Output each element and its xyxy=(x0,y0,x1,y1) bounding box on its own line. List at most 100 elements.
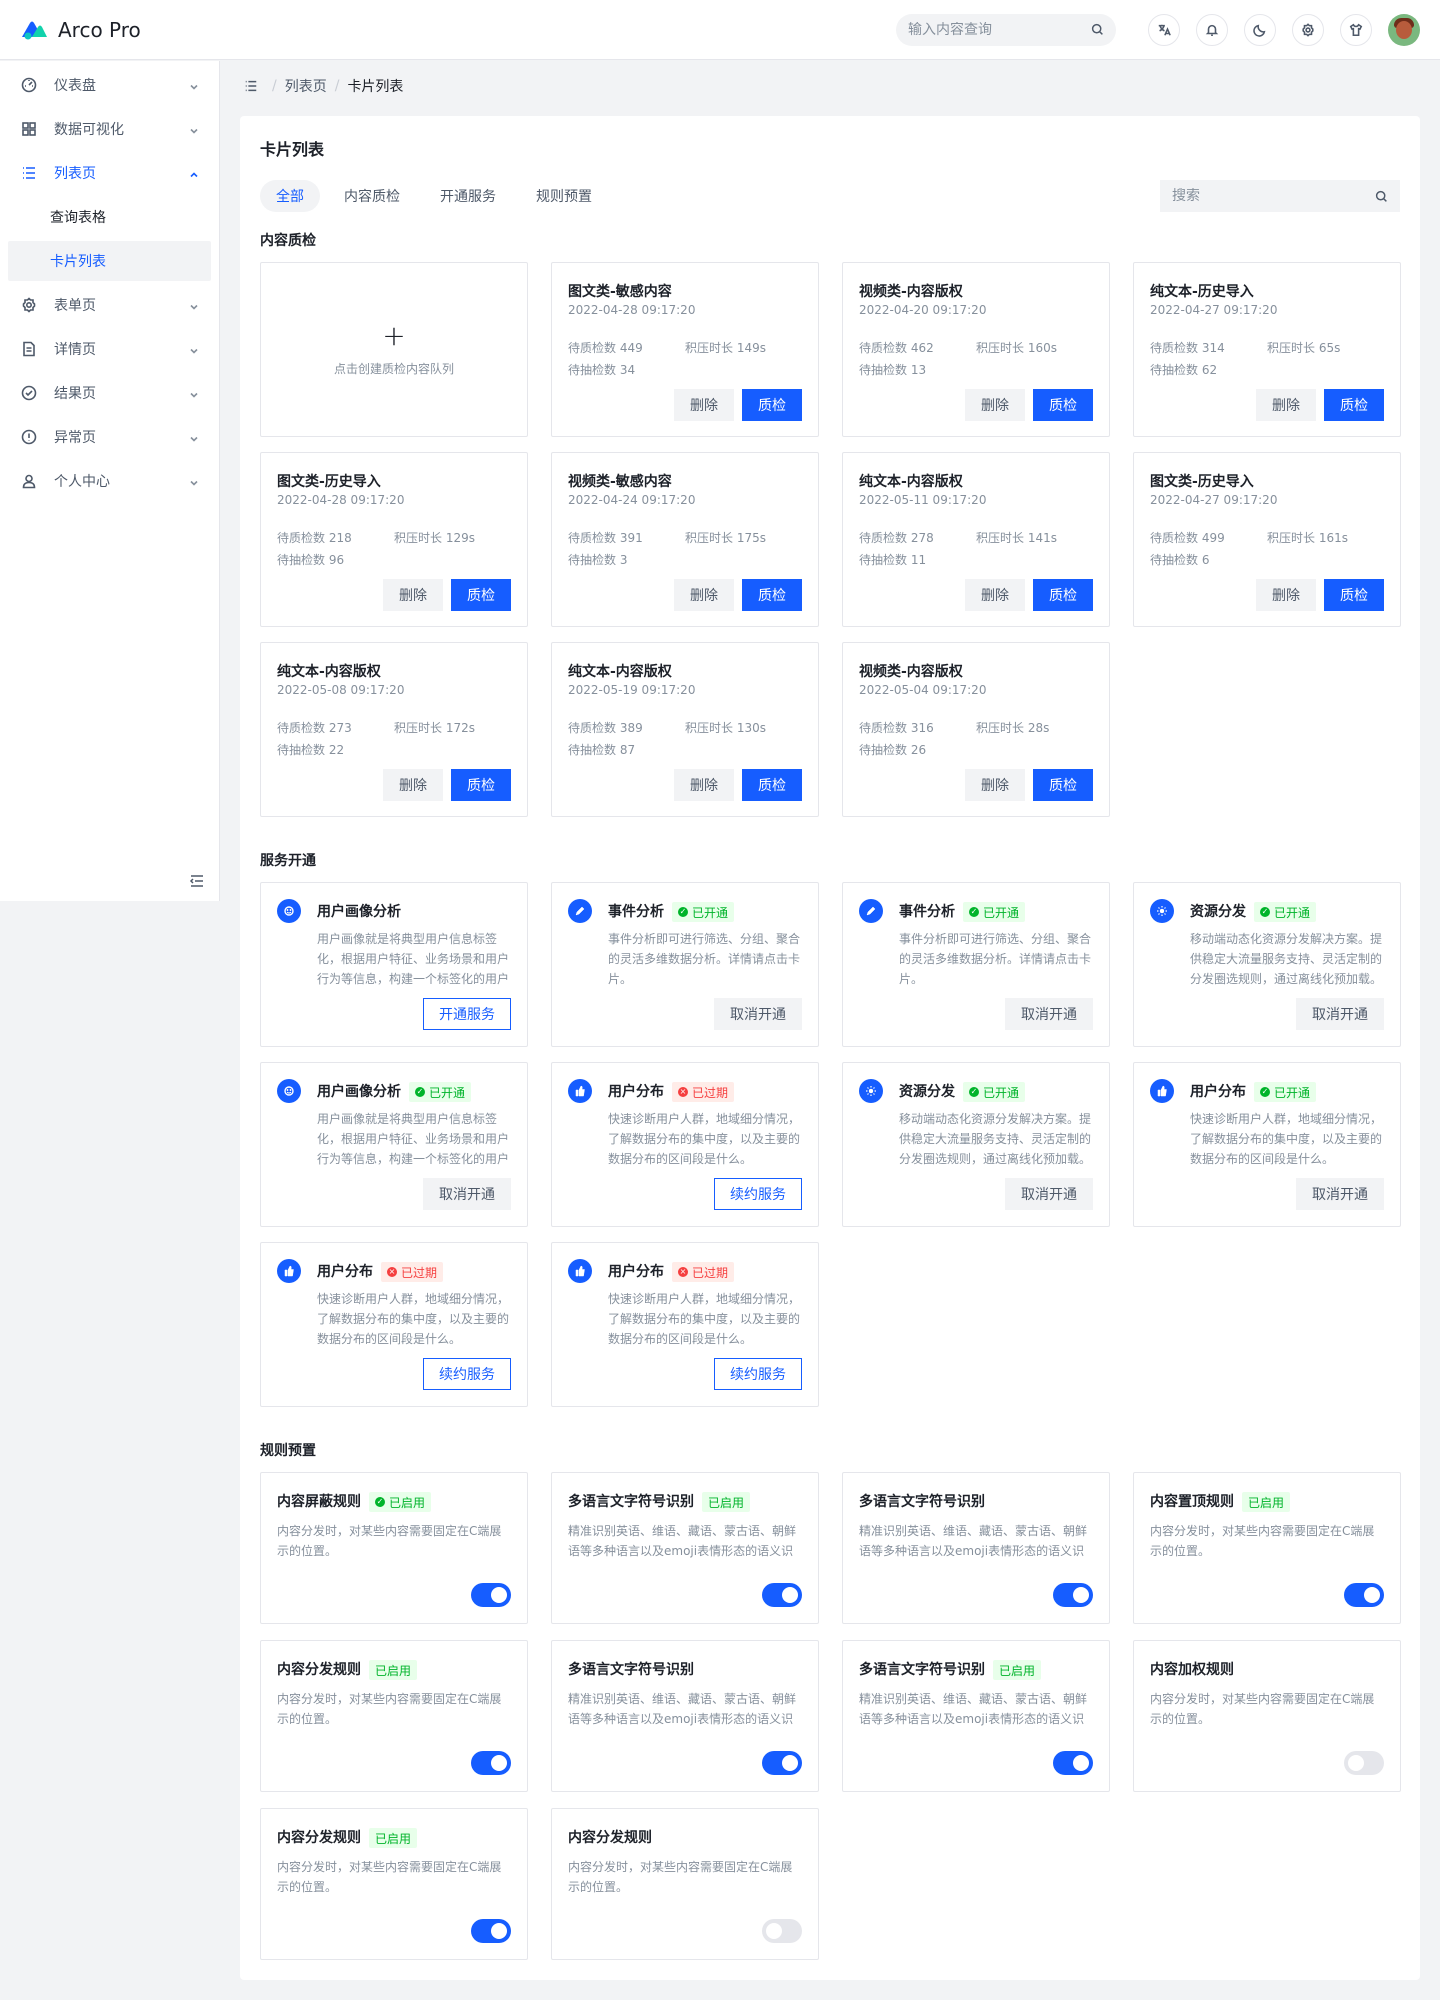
quality-card[interactable]: 图文类-历史导入 2022-04-28 09:17:20 待质检数 218 积压… xyxy=(260,452,528,627)
rule-card[interactable]: 多语言文字符号识别 已启用 精准识别英语、维语、藏语、蒙古语、朝鲜语等多种语言以及… xyxy=(842,1640,1110,1792)
delete-button[interactable]: 删除 xyxy=(1256,389,1316,421)
sidebar-item-profile-page[interactable]: 详情页 xyxy=(8,329,211,369)
rule-card[interactable]: 内容分发规则 内容分发时，对某些内容需要固定在C端展示的位置。 xyxy=(551,1808,819,1960)
avatar[interactable] xyxy=(1388,13,1420,46)
rule-card[interactable]: 多语言文字符号识别 精准识别英语、维语、藏语、蒙古语、朝鲜语等多种语言以及emo… xyxy=(842,1472,1110,1624)
delete-button[interactable]: 删除 xyxy=(674,579,734,611)
service-action-button[interactable]: 续约服务 xyxy=(714,1178,802,1210)
card-search-input[interactable] xyxy=(1172,188,1375,204)
service-action-button[interactable]: 取消开通 xyxy=(423,1178,511,1210)
rule-toggle-switch[interactable] xyxy=(762,1919,802,1943)
service-action-button[interactable]: 取消开通 xyxy=(1005,998,1093,1030)
theme-toggle-button[interactable] xyxy=(1244,13,1276,46)
settings-button[interactable] xyxy=(1292,13,1324,46)
quality-card[interactable]: 纯文本-内容版权 2022-05-08 09:17:20 待质检数 273 积压… xyxy=(260,642,528,817)
inspect-button[interactable]: 质检 xyxy=(1033,579,1093,611)
inspect-button[interactable]: 质检 xyxy=(1324,579,1384,611)
service-card[interactable]: 事件分析 ✓ 已开通 事件分析即可进行筛选、分组、聚合的灵活多维数据分析。详情请点击… xyxy=(551,882,819,1047)
delete-button[interactable]: 删除 xyxy=(965,579,1025,611)
delete-button[interactable]: 删除 xyxy=(383,769,443,801)
service-card[interactable]: 资源分发 ✓ 已开通 移动端动态化资源分发解决方案。提供稳定大流量服务支持、灵活定制… xyxy=(1133,882,1401,1047)
header-search-input[interactable] xyxy=(908,21,1091,38)
menu-collapse-button[interactable] xyxy=(189,873,205,889)
rule-toggle-switch[interactable] xyxy=(471,1751,511,1775)
delete-button[interactable]: 删除 xyxy=(674,769,734,801)
search-icon[interactable] xyxy=(1091,23,1104,36)
quality-card[interactable]: 图文类-历史导入 2022-04-27 09:17:20 待质检数 499 积压… xyxy=(1133,452,1401,627)
header-search[interactable] xyxy=(896,13,1116,46)
quality-card[interactable]: 视频类-内容版权 2022-05-04 09:17:20 待质检数 316 积压… xyxy=(842,642,1110,817)
sidebar-item-dashboard[interactable]: 仪表盘 xyxy=(8,65,211,105)
search-icon[interactable] xyxy=(1375,190,1388,203)
rule-card[interactable]: 内容加权规则 内容分发时，对某些内容需要固定在C端展示的位置。 xyxy=(1133,1640,1401,1792)
delete-button[interactable]: 删除 xyxy=(383,579,443,611)
service-card[interactable]: 用户分布 × 已过期 快速诊断用户人群，地域细分情况，了解数据分布的集中度，以及主要… xyxy=(551,1062,819,1227)
sidebar-item-visualization[interactable]: 数据可视化 xyxy=(8,109,211,149)
logo[interactable]: Arco Pro xyxy=(0,18,220,42)
service-card[interactable]: 用户分布 × 已过期 快速诊断用户人群，地域细分情况，了解数据分布的集中度，以及主要… xyxy=(260,1242,528,1407)
service-card[interactable]: 资源分发 ✓ 已开通 移动端动态化资源分发解决方案。提供稳定大流量服务支持、灵活定制… xyxy=(842,1062,1110,1227)
rule-toggle-switch[interactable] xyxy=(1053,1583,1093,1607)
inspect-button[interactable]: 质检 xyxy=(1033,389,1093,421)
sidebar-item-list[interactable]: 列表页 xyxy=(8,153,211,193)
service-card[interactable]: 用户画像分析 ✓ 已开通 用户画像就是将典型用户信息标签化，根据用户特征、业务场景和… xyxy=(260,1062,528,1227)
sidebar-item-user[interactable]: 个人中心 xyxy=(8,461,211,501)
rule-toggle-switch[interactable] xyxy=(1344,1751,1384,1775)
card-search[interactable] xyxy=(1160,180,1400,212)
service-action-button[interactable]: 续约服务 xyxy=(714,1358,802,1390)
quality-card[interactable]: 纯文本-历史导入 2022-04-27 09:17:20 待质检数 314 积压… xyxy=(1133,262,1401,437)
quality-card[interactable]: 视频类-敏感内容 2022-04-24 09:17:20 待质检数 391 积压… xyxy=(551,452,819,627)
rule-toggle-switch[interactable] xyxy=(471,1583,511,1607)
inspect-button[interactable]: 质检 xyxy=(1324,389,1384,421)
service-action-button[interactable]: 取消开通 xyxy=(714,998,802,1030)
service-action-button[interactable]: 取消开通 xyxy=(1005,1178,1093,1210)
service-action-button[interactable]: 取消开通 xyxy=(1296,1178,1384,1210)
service-card[interactable]: 用户画像分析 用户画像就是将典型用户信息标签化，根据用户特征、业务场景和用户行为… xyxy=(260,882,528,1047)
delete-button[interactable]: 删除 xyxy=(965,769,1025,801)
delete-button[interactable]: 删除 xyxy=(674,389,734,421)
quality-card[interactable]: 纯文本-内容版权 2022-05-19 09:17:20 待质检数 389 积压… xyxy=(551,642,819,817)
service-card[interactable]: 用户分布 ✓ 已开通 快速诊断用户人群，地域细分情况，了解数据分布的集中度，以及主要… xyxy=(1133,1062,1401,1227)
inspect-button[interactable]: 质检 xyxy=(742,579,802,611)
service-card[interactable]: 用户分布 × 已过期 快速诊断用户人群，地域细分情况，了解数据分布的集中度，以及主要… xyxy=(551,1242,819,1407)
rule-toggle-switch[interactable] xyxy=(1344,1583,1384,1607)
rule-toggle-switch[interactable] xyxy=(471,1919,511,1943)
rule-card[interactable]: 多语言文字符号识别 已启用 精准识别英语、维语、藏语、蒙古语、朝鲜语等多种语言以及… xyxy=(551,1472,819,1624)
quality-card[interactable]: 纯文本-内容版权 2022-05-11 09:17:20 待质检数 278 积压… xyxy=(842,452,1110,627)
inspect-button[interactable]: 质检 xyxy=(451,579,511,611)
inspect-button[interactable]: 质检 xyxy=(1033,769,1093,801)
tab-rules[interactable]: 规则预置 xyxy=(520,180,608,212)
sidebar-item-card-list[interactable]: 卡片列表 xyxy=(8,241,211,281)
quality-card[interactable]: 图文类-敏感内容 2022-04-28 09:17:20 待质检数 449 积压… xyxy=(551,262,819,437)
tab-all[interactable]: 全部 xyxy=(260,180,320,212)
rule-toggle-switch[interactable] xyxy=(762,1751,802,1775)
rule-card[interactable]: 内容分发规则 已启用 内容分发时，对某些内容需要固定在C端展示的位置。 xyxy=(260,1640,528,1792)
rule-toggle-switch[interactable] xyxy=(762,1583,802,1607)
rule-toggle-switch[interactable] xyxy=(1053,1751,1093,1775)
sidebar-item-search-table[interactable]: 查询表格 xyxy=(8,197,211,237)
sidebar-item-result[interactable]: 结果页 xyxy=(8,373,211,413)
breadcrumb-item[interactable]: 列表页 xyxy=(285,76,327,96)
tab-quality[interactable]: 内容质检 xyxy=(328,180,416,212)
rule-card[interactable]: 内容置顶规则 已启用 内容分发时，对某些内容需要固定在C端展示的位置。 xyxy=(1133,1472,1401,1624)
service-card[interactable]: 事件分析 ✓ 已开通 事件分析即可进行筛选、分组、聚合的灵活多维数据分析。详情请点击… xyxy=(842,882,1110,1047)
delete-button[interactable]: 删除 xyxy=(965,389,1025,421)
rule-card[interactable]: 内容分发规则 已启用 内容分发时，对某些内容需要固定在C端展示的位置。 xyxy=(260,1808,528,1960)
language-button[interactable] xyxy=(1148,13,1180,46)
inspect-button[interactable]: 质检 xyxy=(451,769,511,801)
tab-services[interactable]: 开通服务 xyxy=(424,180,512,212)
create-quality-queue-card[interactable]: + 点击创建质检内容队列 xyxy=(260,262,528,437)
rule-card[interactable]: 多语言文字符号识别 精准识别英语、维语、藏语、蒙古语、朝鲜语等多种语言以及emo… xyxy=(551,1640,819,1792)
inspect-button[interactable]: 质检 xyxy=(742,389,802,421)
service-action-button[interactable]: 续约服务 xyxy=(423,1358,511,1390)
service-action-button[interactable]: 开通服务 xyxy=(423,998,511,1030)
sidebar-item-exception[interactable]: 异常页 xyxy=(8,417,211,457)
inspect-button[interactable]: 质检 xyxy=(742,769,802,801)
skin-button[interactable] xyxy=(1340,13,1372,46)
service-action-button[interactable]: 取消开通 xyxy=(1296,998,1384,1030)
sidebar-item-form[interactable]: 表单页 xyxy=(8,285,211,325)
delete-button[interactable]: 删除 xyxy=(1256,579,1316,611)
notification-button[interactable] xyxy=(1196,13,1228,46)
rule-card[interactable]: 内容屏蔽规则 ✓ 已启用 内容分发时，对某些内容需要固定在C端展示的位置。 xyxy=(260,1472,528,1624)
quality-card[interactable]: 视频类-内容版权 2022-04-20 09:17:20 待质检数 462 积压… xyxy=(842,262,1110,437)
